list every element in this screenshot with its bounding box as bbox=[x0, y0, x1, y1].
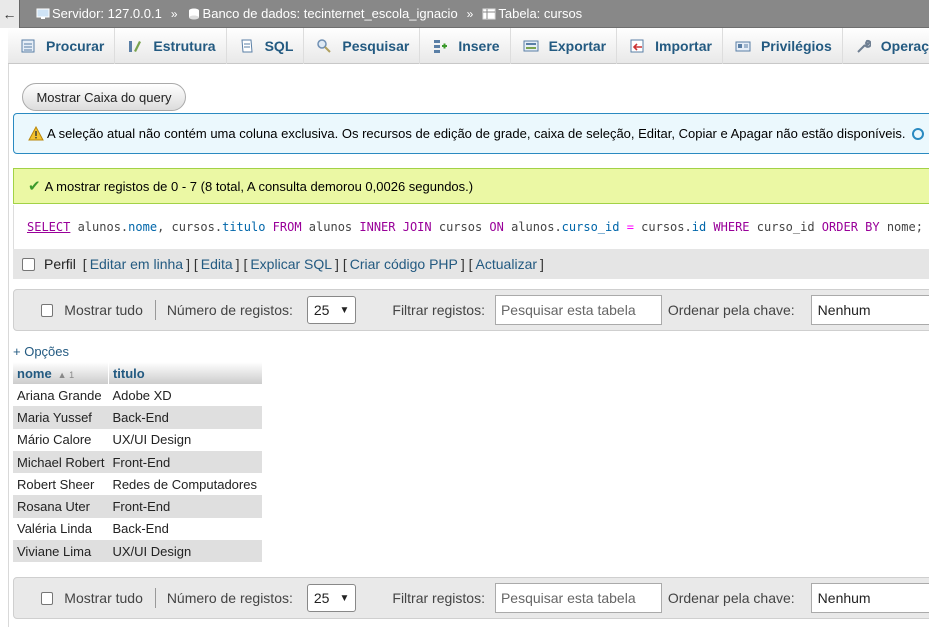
insert-icon bbox=[434, 40, 448, 53]
breadcrumb: ← Servidor: 127.0.0.1 » Banco de dados: … bbox=[0, 0, 929, 28]
navigation-bar-bottom: Mostrar tudo Número de registos: 25 ▼ Fil… bbox=[13, 577, 929, 619]
query-actions-row: Perfil [Editar em linha] [Edita] [Explic… bbox=[13, 249, 929, 279]
sort-select[interactable]: Nenhum bbox=[810, 295, 929, 325]
sql-query-display: SELECT alunos. nome, cursos. titulo FROM a… bbox=[13, 205, 929, 249]
breadcrumb-separator: » bbox=[466, 6, 474, 21]
left-border bbox=[8, 64, 9, 627]
export-icon bbox=[523, 40, 539, 52]
edit-link[interactable]: Edita bbox=[201, 256, 233, 272]
tab-privilegios[interactable]: Privilégios bbox=[723, 28, 843, 64]
tab-procurar[interactable]: Procurar bbox=[8, 28, 116, 64]
breadcrumb-database[interactable]: Banco de dados: tecinternet_escola_ignac… bbox=[187, 6, 458, 21]
tab-bar: Procurar Estrutura SQL Pesquisar Insere … bbox=[8, 28, 929, 64]
show-query-box-button[interactable]: Mostrar Caixa do query bbox=[22, 83, 186, 111]
success-message: ✔ A mostrar registos de 0 - 7 (8 total, … bbox=[13, 168, 929, 204]
breadcrumb-server[interactable]: Servidor: 127.0.0.1 bbox=[36, 6, 162, 21]
tab-insere[interactable]: Insere bbox=[420, 28, 511, 64]
chevron-down-icon: ▼ bbox=[339, 304, 350, 316]
profile-checkbox[interactable] bbox=[22, 257, 35, 271]
results-table: nome ▲ 1 titulo Ariana Grande Adobe XD Mar… bbox=[13, 362, 263, 563]
profile-label: Perfil bbox=[44, 256, 76, 272]
browse-icon bbox=[21, 39, 35, 53]
privileges-icon bbox=[735, 41, 751, 52]
tab-exportar[interactable]: Exportar bbox=[511, 28, 618, 64]
tab-pesquisar[interactable]: Pesquisar bbox=[304, 28, 421, 64]
tab-sql[interactable]: SQL bbox=[227, 28, 305, 64]
rows-select[interactable]: 25 ▼ bbox=[306, 584, 357, 612]
table-row: Ariana Grande Adobe XD bbox=[13, 384, 263, 407]
sort-select[interactable]: Nenhum bbox=[810, 583, 929, 613]
help-icon[interactable] bbox=[911, 127, 924, 140]
rows-label: Número de registos: bbox=[166, 590, 293, 606]
create-php-link[interactable]: Criar código PHP bbox=[350, 256, 458, 272]
table-icon bbox=[482, 8, 496, 19]
column-header-titulo[interactable]: titulo bbox=[108, 362, 263, 384]
divider bbox=[154, 300, 156, 320]
wrench-icon bbox=[857, 39, 871, 53]
table-row: Mário Calore UX/UI Design bbox=[13, 428, 263, 451]
search-icon bbox=[317, 39, 332, 53]
filter-label: Filtrar registos: bbox=[392, 590, 485, 606]
server-icon bbox=[36, 8, 50, 19]
tab-operacoes[interactable]: Operações bbox=[843, 28, 929, 64]
rows-label: Número de registos: bbox=[166, 302, 293, 318]
structure-icon bbox=[129, 41, 142, 52]
sort-label: Ordenar pela chave: bbox=[667, 302, 795, 318]
table-row: Maria Yussef Back-End bbox=[13, 406, 263, 429]
warning-icon bbox=[28, 126, 44, 141]
show-all-label: Mostrar tudo bbox=[64, 590, 143, 606]
checkmark-icon: ✔ bbox=[28, 178, 41, 195]
sql-keyword-select[interactable]: SELECT bbox=[27, 220, 70, 234]
options-link[interactable]: + Opções bbox=[13, 344, 69, 359]
sort-asc-icon: ▲ 1 bbox=[57, 369, 75, 380]
back-arrow-icon[interactable]: ← bbox=[0, 0, 20, 28]
breadcrumb-table[interactable]: Tabela: cursos bbox=[482, 6, 582, 21]
import-icon bbox=[630, 39, 644, 53]
show-all-checkbox[interactable] bbox=[41, 303, 54, 317]
navigation-bar-top: Mostrar tudo Número de registos: 25 ▼ Fil… bbox=[13, 289, 929, 331]
explain-sql-link[interactable]: Explicar SQL bbox=[250, 256, 332, 272]
table-row: Rosana Uter Front-End bbox=[13, 495, 263, 518]
tab-estrutura[interactable]: Estrutura bbox=[115, 28, 227, 64]
column-header-nome[interactable]: nome ▲ 1 bbox=[13, 362, 109, 384]
database-icon bbox=[188, 8, 199, 19]
filter-label: Filtrar registos: bbox=[392, 302, 485, 318]
sql-icon bbox=[241, 39, 253, 53]
filter-input[interactable]: Pesquisar esta tabela bbox=[494, 295, 662, 325]
table-row: Viviane Lima UX/UI Design bbox=[13, 540, 263, 563]
table-row: Robert Sheer Redes de Computadores bbox=[13, 473, 263, 496]
refresh-link[interactable]: Actualizar bbox=[476, 256, 537, 272]
rows-select[interactable]: 25 ▼ bbox=[306, 296, 357, 324]
divider bbox=[154, 588, 156, 608]
edit-inline-link[interactable]: Editar em linha bbox=[90, 256, 183, 272]
breadcrumb-separator: » bbox=[170, 6, 178, 21]
chevron-down-icon: ▼ bbox=[339, 592, 350, 604]
tab-importar[interactable]: Importar bbox=[617, 28, 723, 64]
filter-input[interactable]: Pesquisar esta tabela bbox=[494, 583, 662, 613]
table-row: Valéria Linda Back-End bbox=[13, 517, 263, 541]
table-row: Michael Robert Front-End bbox=[13, 450, 263, 474]
show-all-checkbox[interactable] bbox=[41, 591, 54, 605]
sort-label: Ordenar pela chave: bbox=[667, 590, 795, 606]
notice-message: A seleção atual não contém uma coluna ex… bbox=[13, 113, 929, 154]
show-all-label: Mostrar tudo bbox=[64, 302, 143, 318]
